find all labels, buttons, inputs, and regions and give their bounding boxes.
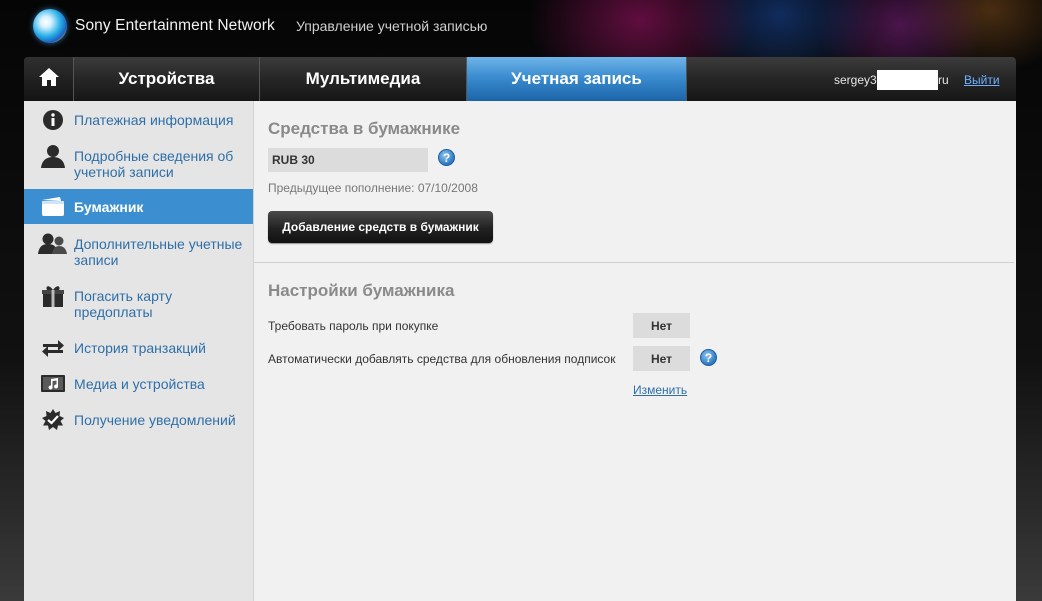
auto-add-funds-value: Нет [633, 346, 690, 371]
transfer-arrows-icon [38, 335, 68, 361]
content-panel: Платежная информация Подробные сведения … [24, 101, 1016, 601]
gift-icon [38, 283, 68, 309]
wallet-icon [38, 194, 68, 220]
page-subtitle: Управление учетной записью [296, 18, 488, 34]
tab-account[interactable]: Учетная запись [467, 57, 687, 101]
sidebar-item-wallet[interactable]: Бумажник [24, 189, 253, 224]
sidebar: Платежная информация Подробные сведения … [24, 101, 254, 601]
require-password-label: Требовать пароль при покупке [268, 319, 439, 333]
tab-multimedia[interactable]: Мультимедиа [260, 57, 467, 101]
notification-badge-icon [38, 407, 68, 433]
wallet-balance: RUB 30 [268, 148, 428, 172]
home-icon [38, 67, 60, 92]
require-password-value: Нет [633, 313, 690, 338]
sidebar-item-sub-accounts[interactable]: Дополнительные учетные записи [24, 231, 253, 269]
home-button[interactable] [24, 57, 74, 101]
user-name-suffix: ru [938, 73, 949, 87]
sidebar-item-label: Подробные сведения об учетной записи [74, 148, 234, 180]
top-header: Sony Entertainment Network Управление уч… [0, 0, 1042, 56]
sidebar-item-label: Получение уведомлений [74, 412, 236, 428]
sidebar-item-payment-info[interactable]: Платежная информация [24, 107, 253, 133]
sidebar-item-redeem-card[interactable]: Погасить карту предоплаты [24, 283, 253, 321]
sidebar-item-label: Платежная информация [74, 112, 234, 128]
sidebar-item-notifications[interactable]: Получение уведомлений [24, 407, 253, 433]
sidebar-item-label: Бумажник [74, 199, 144, 215]
sidebar-item-label: Погасить карту предоплаты [74, 288, 173, 320]
users-icon [38, 231, 68, 257]
info-icon [38, 107, 68, 133]
wallet-funds-title: Средства в бумажнике [268, 119, 461, 138]
help-icon[interactable]: ? [700, 349, 717, 366]
logout-link[interactable]: Выйти [964, 73, 1000, 87]
auto-add-funds-label: Автоматически добавлять средства для обн… [268, 352, 616, 366]
main-nav: Устройства Мультимедиа Учетная запись se… [24, 57, 1016, 101]
section-divider [254, 262, 1014, 263]
sen-logo-icon [33, 9, 67, 43]
sidebar-item-transaction-history[interactable]: История транзакций [24, 335, 253, 361]
media-note-icon [38, 371, 68, 397]
user-icon [38, 143, 68, 169]
wallet-settings-title: Настройки бумажника [268, 281, 455, 300]
sidebar-item-media-devices[interactable]: Медиа и устройства [24, 371, 253, 397]
sidebar-item-label: Медиа и устройства [74, 376, 205, 392]
sidebar-item-account-details[interactable]: Подробные сведения об учетной записи [24, 143, 253, 181]
sidebar-item-label: История транзакций [74, 340, 206, 356]
username-redaction [877, 70, 938, 90]
tab-devices[interactable]: Устройства [74, 57, 260, 101]
previous-topup-date: Предыдущее пополнение: 07/10/2008 [268, 181, 478, 195]
brand-name: Sony Entertainment Network [75, 17, 275, 34]
user-name: sergey3 [834, 73, 877, 87]
add-funds-button[interactable]: Добавление средств в бумажник [268, 211, 493, 243]
edit-settings-link[interactable]: Изменить [633, 383, 687, 397]
help-icon[interactable]: ? [438, 149, 455, 166]
sidebar-item-label: Дополнительные учетные записи [74, 236, 243, 268]
main-content: Средства в бумажнике RUB 30 ? Предыдущее… [254, 101, 1016, 601]
